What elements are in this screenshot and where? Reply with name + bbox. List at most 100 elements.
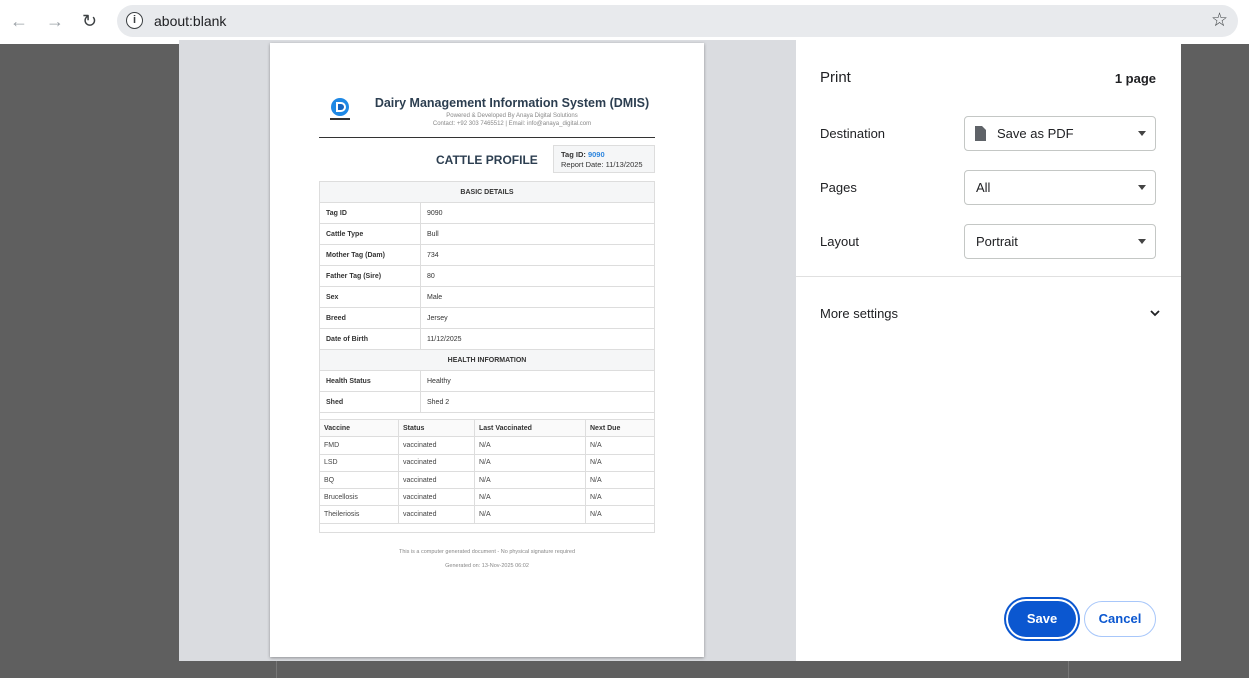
vaccine-cell: vaccinated	[399, 506, 475, 523]
vaccine-cell: FMD	[320, 437, 399, 454]
destination-label: Destination	[820, 126, 886, 141]
field-label: Father Tag (Sire)	[320, 266, 421, 286]
dropdown-caret-icon	[1138, 239, 1146, 244]
vaccine-table: Vaccine Status Last Vaccinated Next Due …	[320, 419, 654, 524]
vaccine-cell: vaccinated	[399, 489, 475, 506]
page-count: 1 page	[1114, 71, 1156, 86]
vaccine-cell: vaccinated	[399, 471, 475, 489]
forward-icon[interactable]: →	[46, 11, 64, 32]
bookmark-star-icon[interactable]: ☆	[1211, 9, 1228, 32]
field-value: Bull	[427, 230, 439, 238]
vaccine-cell: BQ	[320, 471, 399, 489]
vaccine-cell: Brucellosis	[320, 489, 399, 506]
reload-icon[interactable]: ↻	[82, 11, 97, 32]
table-row: Health Status Healthy	[320, 371, 654, 392]
vaccine-cell: N/A	[590, 476, 602, 484]
dropdown-caret-icon	[1138, 185, 1146, 190]
background-page	[276, 661, 1069, 678]
basic-details-header: BASIC DETAILS	[320, 182, 654, 203]
cancel-button[interactable]: Cancel	[1084, 601, 1156, 637]
vaccine-cell: N/A	[590, 441, 602, 449]
column-header: Vaccine	[320, 420, 399, 437]
vaccine-cell: N/A	[475, 489, 586, 506]
destination-value: Save as PDF	[997, 126, 1074, 141]
table-row: Date of Birth 11/12/2025	[320, 329, 654, 350]
save-button[interactable]: Save	[1008, 601, 1076, 637]
field-value: 734	[427, 251, 439, 259]
table-row: Sex Male	[320, 287, 654, 308]
dropdown-caret-icon	[1138, 131, 1146, 136]
powered-by: Powered & Developed By Anaya Digital Sol…	[446, 113, 578, 119]
table-row: Cattle Type Bull	[320, 224, 654, 245]
document-title: Dairy Management Information System (DMI…	[374, 96, 650, 110]
vaccine-cell: N/A	[475, 454, 586, 471]
destination-select[interactable]: Save as PDF	[964, 116, 1156, 151]
tag-value: 9090	[587, 150, 605, 159]
header-rule	[319, 137, 655, 138]
layout-value: Portrait	[976, 234, 1018, 249]
preview-page: Dairy Management Information System (DMI…	[270, 43, 704, 657]
print-preview: Dairy Management Information System (DMI…	[179, 40, 796, 661]
tag-label: Tag ID:	[561, 150, 586, 159]
pages-value: All	[976, 180, 991, 195]
contact-info: Contact: +92 303 7465512 | Email: info@a…	[432, 121, 592, 127]
vaccine-cell: N/A	[475, 506, 586, 523]
pages-label: Pages	[820, 180, 857, 195]
vaccine-row: LSD vaccinated N/A N/A	[320, 454, 654, 472]
vaccine-row: FMD vaccinated N/A N/A	[320, 437, 654, 455]
column-header: Next Due	[590, 424, 621, 432]
tag-box: Tag ID: 9090 Report Date: 11/13/2025	[553, 145, 655, 173]
print-dialog: Dairy Management Information System (DMI…	[179, 40, 1181, 661]
info-icon[interactable]: i	[126, 12, 143, 29]
layout-label: Layout	[820, 234, 860, 249]
health-info-header: HEALTH INFORMATION	[320, 350, 654, 371]
vaccine-cell: N/A	[590, 459, 602, 467]
pages-select[interactable]: All	[964, 170, 1156, 205]
vaccine-cell: LSD	[320, 454, 399, 471]
table-row: Tag ID 9090	[320, 203, 654, 224]
print-title: Print	[820, 69, 851, 86]
field-label: Shed	[320, 392, 421, 412]
field-value: Male	[427, 293, 443, 301]
report-date: Report Date: 11/13/2025	[561, 160, 643, 169]
column-header: Last Vaccinated	[475, 420, 586, 437]
field-value: 11/12/2025	[427, 335, 462, 343]
table-row: Father Tag (Sire) 80	[320, 266, 654, 287]
vaccine-cell: N/A	[475, 437, 586, 454]
field-label: Mother Tag (Dam)	[320, 245, 421, 265]
field-label: Date of Birth	[320, 329, 421, 349]
vaccine-cell: N/A	[475, 471, 586, 489]
profile-table: BASIC DETAILS Tag ID 9090 Cattle Type Bull M…	[319, 181, 655, 533]
divider	[796, 276, 1181, 277]
field-value: 9090	[427, 209, 443, 217]
vaccine-row: Theileriosis vaccinated N/A N/A	[320, 506, 654, 524]
footer-note: This is a computer generated document - …	[398, 549, 576, 555]
field-label: Health Status	[320, 371, 421, 391]
profile-heading: CATTLE PROFILE	[436, 153, 538, 167]
field-value: Healthy	[427, 377, 451, 385]
url-text[interactable]: about:blank	[154, 13, 226, 29]
field-value: 80	[427, 272, 435, 280]
more-settings-toggle[interactable]: More settings	[820, 306, 1160, 321]
more-settings-label: More settings	[820, 306, 899, 321]
browser-toolbar: ← → ↻ i about:blank ☆	[0, 0, 1249, 44]
field-value: Jersey	[427, 314, 448, 322]
print-settings-panel: Print 1 page Destination Save as PDF Pag…	[796, 40, 1181, 661]
table-row: Shed Shed 2	[320, 392, 654, 413]
generated-on: Generated on: 13-Nov-2025 06:02	[445, 563, 529, 569]
field-value: Shed 2	[427, 398, 450, 406]
vaccine-header-row: Vaccine Status Last Vaccinated Next Due	[320, 420, 654, 438]
address-bar[interactable]: i about:blank ☆	[117, 5, 1238, 37]
vaccine-cell: vaccinated	[399, 437, 475, 454]
document-icon	[975, 126, 986, 141]
vaccine-cell: Theileriosis	[320, 506, 399, 523]
chevron-down-icon	[1150, 310, 1160, 317]
back-icon[interactable]: ←	[10, 11, 28, 32]
vaccine-cell: N/A	[590, 493, 602, 501]
table-row: Mother Tag (Dam) 734	[320, 245, 654, 266]
vaccine-cell: N/A	[590, 511, 602, 519]
vaccine-row: Brucellosis vaccinated N/A N/A	[320, 489, 654, 507]
layout-select[interactable]: Portrait	[964, 224, 1156, 259]
vaccine-row: BQ vaccinated N/A N/A	[320, 471, 654, 490]
table-row: Breed Jersey	[320, 308, 654, 329]
